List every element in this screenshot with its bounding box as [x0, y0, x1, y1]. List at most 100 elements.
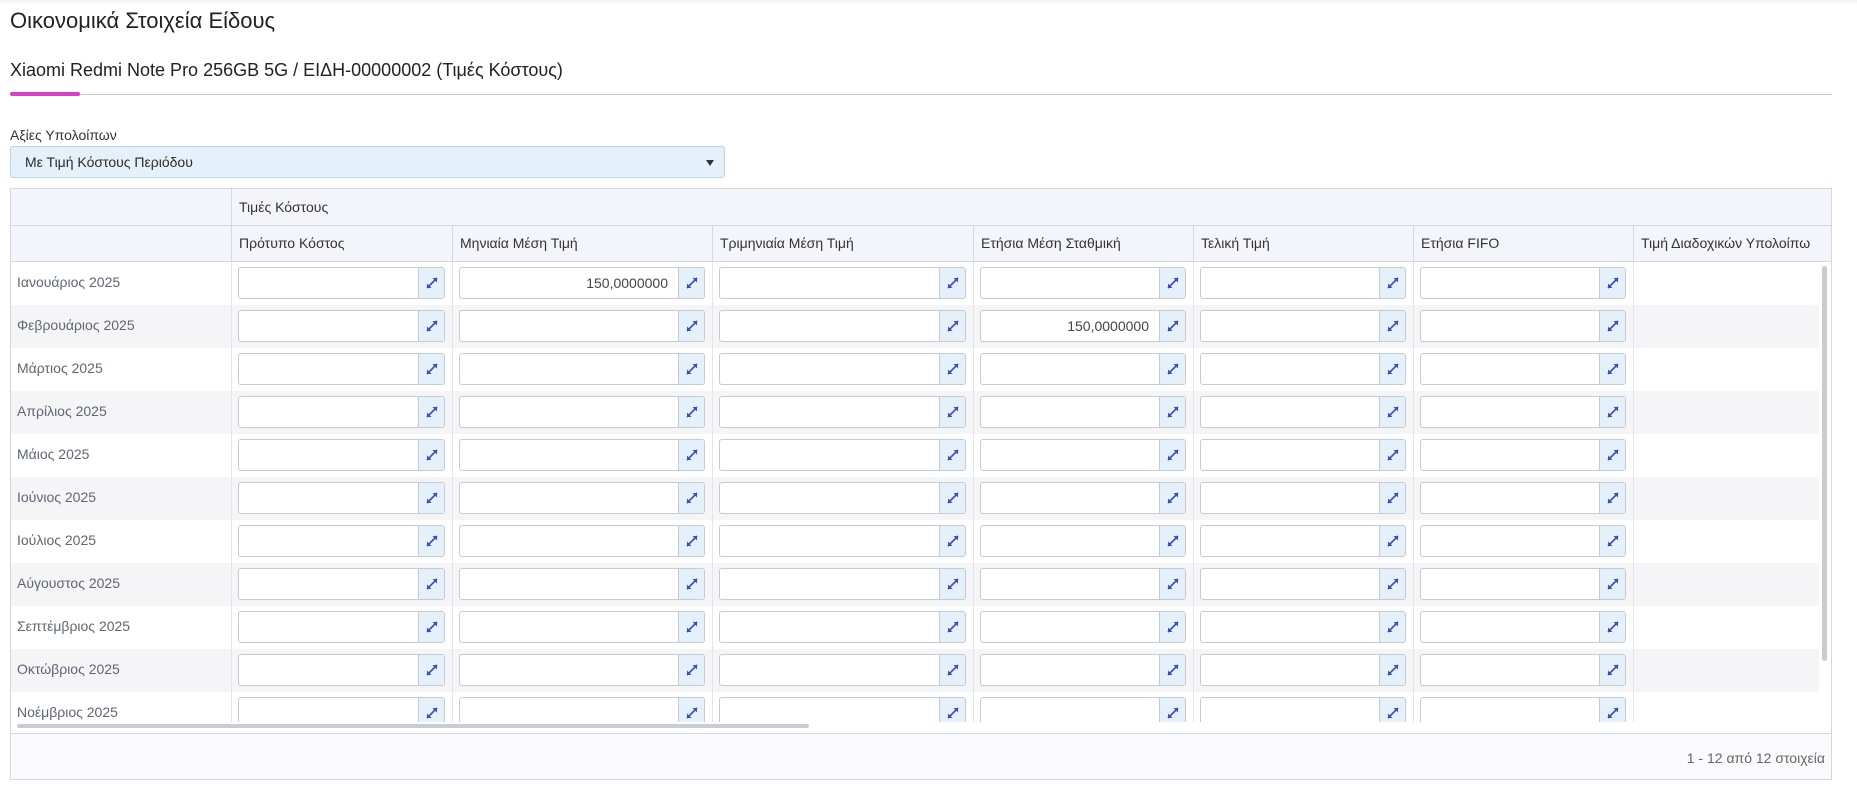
cost-value-input[interactable]: 150,0000000: [980, 310, 1186, 342]
expand-button[interactable]: [1379, 397, 1405, 427]
expand-button[interactable]: [678, 397, 704, 427]
cost-value-input[interactable]: [980, 611, 1186, 643]
cost-value-input[interactable]: [238, 267, 445, 299]
expand-button[interactable]: [1599, 268, 1625, 298]
cost-value-input[interactable]: [980, 654, 1186, 686]
expand-button[interactable]: [1599, 440, 1625, 470]
vertical-scrollbar[interactable]: [1822, 266, 1827, 661]
column-header[interactable]: Μηνιαία Μέση Τιμή: [452, 226, 712, 262]
expand-button[interactable]: [1159, 397, 1185, 427]
expand-button[interactable]: [939, 311, 965, 341]
column-header[interactable]: Τιμή Διαδοχικών Υπολοίπω: [1633, 226, 1831, 262]
expand-button[interactable]: [678, 526, 704, 556]
cost-value-input[interactable]: [1200, 439, 1406, 471]
cost-value-input[interactable]: [1200, 611, 1406, 643]
expand-button[interactable]: [1379, 569, 1405, 599]
cost-value-input[interactable]: [1200, 654, 1406, 686]
cost-value-input[interactable]: [459, 654, 705, 686]
cost-value-input[interactable]: [980, 568, 1186, 600]
cost-value-input[interactable]: [1200, 396, 1406, 428]
cost-value-input[interactable]: [1200, 482, 1406, 514]
cost-value-input[interactable]: [238, 353, 445, 385]
cost-value-input[interactable]: [980, 267, 1186, 299]
expand-button[interactable]: [1599, 397, 1625, 427]
cost-value-input[interactable]: [1200, 310, 1406, 342]
cost-value-input[interactable]: [459, 568, 705, 600]
balance-values-select[interactable]: Με Τιμή Κόστους Περιόδου: [10, 146, 725, 178]
grid-body[interactable]: Ιανουάριος 2025 150,0000000 Φεβρουάριος 20…: [11, 262, 1819, 722]
expand-button[interactable]: [1159, 612, 1185, 642]
expand-button[interactable]: [1599, 354, 1625, 384]
cost-value-input[interactable]: [1420, 654, 1626, 686]
cost-value-input[interactable]: [459, 482, 705, 514]
cost-value-input[interactable]: [1200, 353, 1406, 385]
cost-value-input[interactable]: [238, 697, 445, 722]
cost-value-input[interactable]: [719, 267, 966, 299]
expand-button[interactable]: [1379, 655, 1405, 685]
cost-value-input[interactable]: [719, 396, 966, 428]
expand-button[interactable]: [418, 526, 444, 556]
expand-button[interactable]: [418, 397, 444, 427]
column-header[interactable]: Τελική Τιμή: [1193, 226, 1413, 262]
cost-value-input[interactable]: [980, 697, 1186, 722]
expand-button[interactable]: [939, 268, 965, 298]
expand-button[interactable]: [678, 655, 704, 685]
cost-value-input[interactable]: [1420, 568, 1626, 600]
cost-value-input[interactable]: [1200, 697, 1406, 722]
expand-button[interactable]: [418, 655, 444, 685]
cost-value-input[interactable]: [719, 439, 966, 471]
expand-button[interactable]: [1159, 655, 1185, 685]
expand-button[interactable]: [1379, 440, 1405, 470]
cost-value-input[interactable]: [980, 482, 1186, 514]
expand-button[interactable]: [1379, 311, 1405, 341]
expand-button[interactable]: [939, 440, 965, 470]
cost-value-input[interactable]: [459, 353, 705, 385]
cost-value-input[interactable]: [459, 310, 705, 342]
expand-button[interactable]: [1159, 311, 1185, 341]
expand-button[interactable]: [418, 440, 444, 470]
cost-value-input[interactable]: 150,0000000: [459, 267, 705, 299]
expand-button[interactable]: [1599, 311, 1625, 341]
cost-value-input[interactable]: [1420, 611, 1626, 643]
cost-value-input[interactable]: [980, 525, 1186, 557]
expand-button[interactable]: [1159, 483, 1185, 513]
cost-value-input[interactable]: [238, 439, 445, 471]
horizontal-scrollbar[interactable]: [17, 724, 809, 728]
cost-value-input[interactable]: [238, 525, 445, 557]
cost-value-input[interactable]: [459, 697, 705, 722]
cost-value-input[interactable]: [719, 310, 966, 342]
cost-value-input[interactable]: [1420, 525, 1626, 557]
expand-button[interactable]: [678, 268, 704, 298]
expand-button[interactable]: [678, 612, 704, 642]
expand-button[interactable]: [418, 268, 444, 298]
expand-button[interactable]: [1599, 483, 1625, 513]
column-header[interactable]: Πρότυπο Κόστος: [231, 226, 452, 262]
cost-value-input[interactable]: [1420, 353, 1626, 385]
column-header[interactable]: Τριμηνιαία Μέση Τιμή: [712, 226, 973, 262]
cost-value-input[interactable]: [719, 697, 966, 722]
expand-button[interactable]: [1159, 354, 1185, 384]
expand-button[interactable]: [1159, 440, 1185, 470]
cost-value-input[interactable]: [1200, 525, 1406, 557]
expand-button[interactable]: [1159, 526, 1185, 556]
cost-value-input[interactable]: [1420, 439, 1626, 471]
expand-button[interactable]: [939, 526, 965, 556]
expand-button[interactable]: [1379, 526, 1405, 556]
expand-button[interactable]: [418, 698, 444, 722]
expand-button[interactable]: [1159, 698, 1185, 722]
cost-value-input[interactable]: [1420, 697, 1626, 722]
expand-button[interactable]: [418, 612, 444, 642]
cost-value-input[interactable]: [1200, 267, 1406, 299]
cost-value-input[interactable]: [719, 353, 966, 385]
expand-button[interactable]: [1379, 483, 1405, 513]
expand-button[interactable]: [678, 483, 704, 513]
expand-button[interactable]: [1379, 354, 1405, 384]
cost-value-input[interactable]: [238, 482, 445, 514]
cost-value-input[interactable]: [980, 396, 1186, 428]
cost-value-input[interactable]: [238, 654, 445, 686]
cost-value-input[interactable]: [980, 439, 1186, 471]
expand-button[interactable]: [418, 311, 444, 341]
cost-value-input[interactable]: [719, 568, 966, 600]
cost-value-input[interactable]: [1420, 396, 1626, 428]
expand-button[interactable]: [678, 698, 704, 722]
